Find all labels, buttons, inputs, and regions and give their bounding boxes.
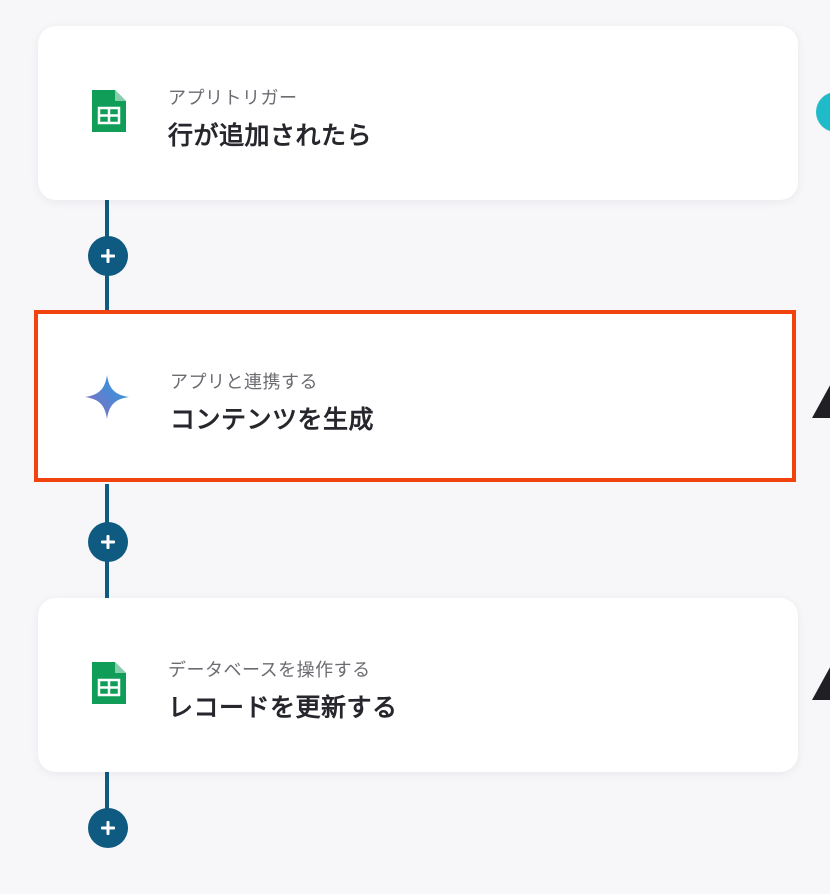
- step-type-label: データベースを操作する: [168, 660, 371, 681]
- plus-icon: [101, 535, 115, 549]
- flow-step-generate-content-card[interactable]: アプリと連携する コンテンツを生成: [34, 310, 796, 482]
- status-indicator-icon: [816, 92, 830, 132]
- step-title: レコードを更新する: [168, 693, 398, 722]
- flow-step-trigger-card[interactable]: アプリトリガー 行が追加されたら: [38, 26, 798, 200]
- google-sheets-icon: [86, 88, 132, 134]
- plus-icon: [101, 249, 115, 263]
- add-step-button[interactable]: [88, 236, 128, 276]
- step-title: コンテンツを生成: [170, 405, 375, 434]
- google-sheets-icon: [86, 660, 132, 706]
- warning-icon: [812, 667, 830, 700]
- flow-step-update-record-card[interactable]: データベースを操作する レコードを更新する: [38, 598, 798, 772]
- gemini-sparkle-icon: [84, 374, 130, 420]
- add-step-button[interactable]: [88, 522, 128, 562]
- step-type-label: アプリと連携する: [170, 372, 318, 393]
- plus-icon: [101, 821, 115, 835]
- step-type-label: アプリトリガー: [168, 88, 298, 109]
- add-step-button[interactable]: [88, 808, 128, 848]
- step-title: 行が追加されたら: [168, 121, 373, 150]
- warning-icon: [812, 385, 830, 418]
